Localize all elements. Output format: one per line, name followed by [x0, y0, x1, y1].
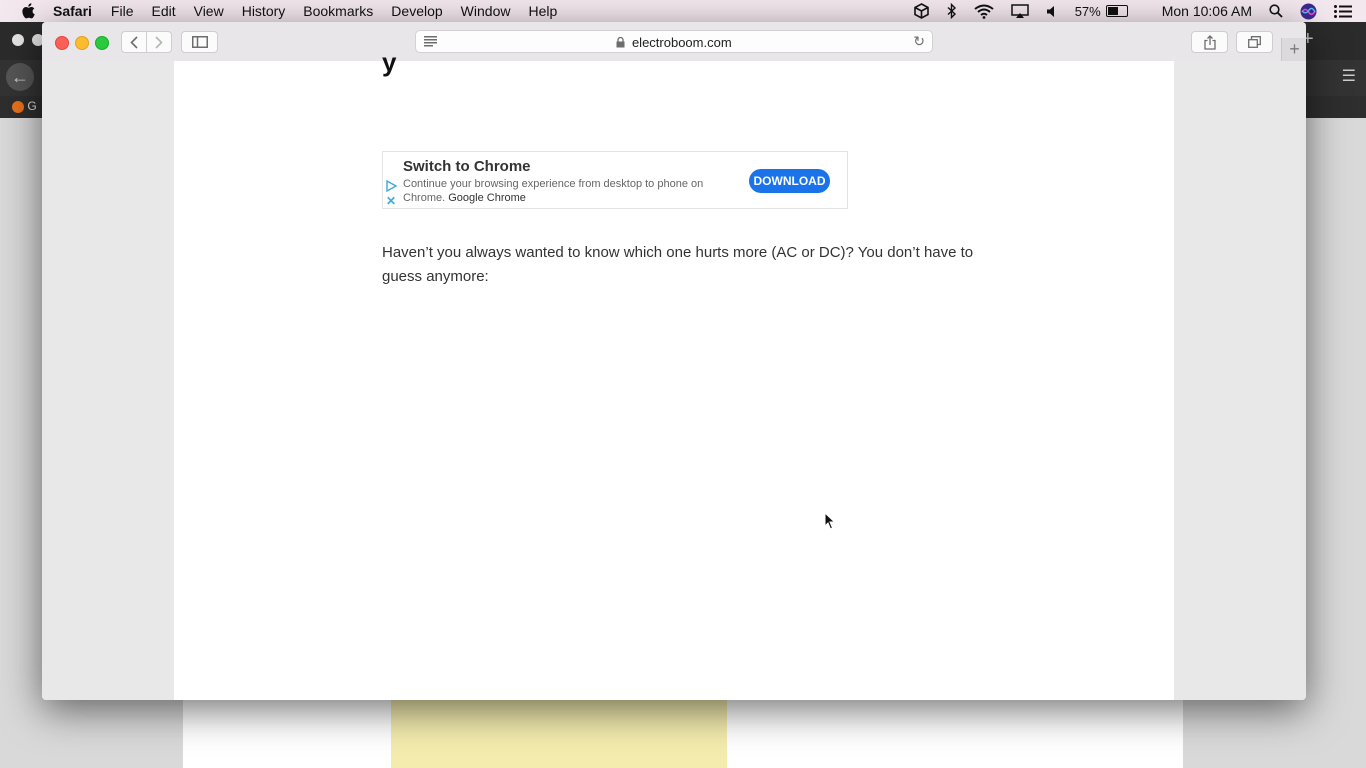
- volume-icon[interactable]: [1046, 5, 1058, 18]
- safari-window: electroboom.com ↻ + y ✕ Switch to Chrome…: [42, 22, 1306, 700]
- menu-develop[interactable]: Develop: [391, 3, 442, 19]
- dropbox-icon[interactable]: [913, 3, 930, 19]
- ad-download-button[interactable]: DOWNLOAD: [749, 169, 830, 193]
- share-icon: [1203, 34, 1216, 50]
- menu-app-name[interactable]: Safari: [53, 3, 92, 19]
- background-menu-icon: ☰: [1341, 68, 1356, 85]
- airplay-icon[interactable]: [1010, 3, 1029, 19]
- battery-icon: [1105, 5, 1128, 17]
- battery-percent: 57%: [1074, 3, 1101, 19]
- web-page: y ✕ Switch to Chrome Continue your brows…: [174, 47, 1174, 700]
- battery-status[interactable]: 57%: [1075, 4, 1145, 19]
- page-heading-fragment: y: [382, 47, 397, 77]
- window-minimize-button[interactable]: [75, 36, 89, 50]
- status-area: 57% Mon 10:06 AM: [913, 0, 1366, 22]
- background-bookmark: G: [12, 99, 37, 113]
- background-bookmark-label: G: [27, 99, 37, 113]
- lock-icon: [616, 36, 625, 48]
- browser-viewport: y ✕ Switch to Chrome Continue your brows…: [42, 47, 1306, 700]
- mouse-cursor: [824, 512, 836, 530]
- menu-file[interactable]: File: [111, 3, 134, 19]
- clock[interactable]: Mon 10:06 AM: [1162, 3, 1252, 19]
- address-bar[interactable]: electroboom.com ↻: [415, 30, 933, 53]
- chevron-left-icon: [130, 35, 138, 49]
- forward-button[interactable]: [146, 31, 172, 53]
- siri-icon[interactable]: [1300, 3, 1317, 20]
- menu-help[interactable]: Help: [528, 3, 557, 19]
- menu-edit[interactable]: Edit: [151, 3, 175, 19]
- ad-title[interactable]: Switch to Chrome: [403, 158, 531, 175]
- menu-bar: Safari File Edit View History Bookmarks …: [0, 0, 1366, 22]
- back-button[interactable]: [121, 31, 147, 53]
- article-paragraph: Haven’t you always wanted to know which …: [382, 244, 974, 285]
- tabs-icon: [1248, 36, 1261, 48]
- reload-icon[interactable]: ↻: [913, 33, 925, 50]
- chevron-right-icon: [155, 35, 163, 49]
- ad-banner[interactable]: ✕ Switch to Chrome Continue your browsin…: [382, 151, 848, 209]
- sidebar-icon: [191, 36, 208, 48]
- share-button[interactable]: [1191, 31, 1228, 53]
- ad-description: Continue your browsing experience from d…: [403, 177, 723, 205]
- tab-overview-button[interactable]: [1236, 31, 1273, 53]
- close-ad-icon[interactable]: ✕: [386, 195, 396, 207]
- background-back-icon: ←: [6, 63, 34, 91]
- menu-history[interactable]: History: [242, 3, 286, 19]
- background-close-dot: [12, 34, 24, 46]
- spotlight-icon[interactable]: [1269, 4, 1283, 18]
- apple-icon[interactable]: [21, 3, 35, 19]
- sidebar-button[interactable]: [181, 31, 218, 53]
- menu-bookmarks[interactable]: Bookmarks: [303, 3, 373, 19]
- firefox-icon: [12, 100, 24, 113]
- new-tab-button[interactable]: +: [1281, 38, 1306, 61]
- bluetooth-icon[interactable]: [947, 3, 957, 19]
- adchoices-icon[interactable]: [385, 180, 397, 192]
- url-display[interactable]: electroboom.com: [416, 35, 932, 50]
- url-text: electroboom.com: [631, 35, 732, 50]
- menu-view[interactable]: View: [194, 3, 224, 19]
- safari-toolbar: electroboom.com ↻ +: [42, 22, 1306, 62]
- window-zoom-button[interactable]: [95, 36, 109, 50]
- wifi-icon[interactable]: [974, 4, 994, 19]
- window-close-button[interactable]: [55, 36, 69, 50]
- notification-center-icon[interactable]: [1334, 4, 1352, 18]
- ad-advertiser[interactable]: Google Chrome: [448, 192, 526, 204]
- menu-window[interactable]: Window: [461, 3, 511, 19]
